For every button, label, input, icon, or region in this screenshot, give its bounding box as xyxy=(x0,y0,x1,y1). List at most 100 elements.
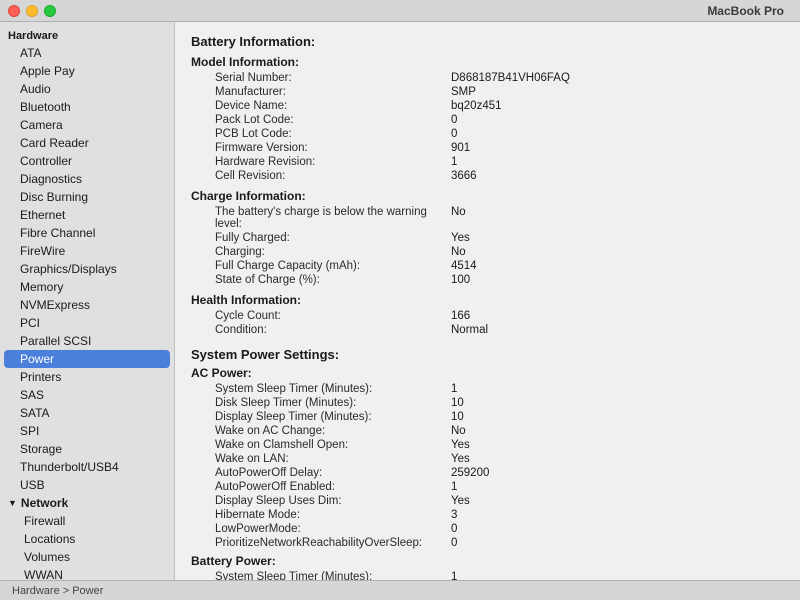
table-row: LowPowerMode: 0 xyxy=(191,522,784,536)
field-label: Hardware Revision: xyxy=(191,155,451,169)
sidebar-item-card-reader[interactable]: Card Reader xyxy=(0,134,174,152)
field-value: Normal xyxy=(451,323,784,337)
sidebar-section-network-label: Network xyxy=(21,496,68,510)
table-row: State of Charge (%): 100 xyxy=(191,273,784,287)
sidebar-item-fibre-channel[interactable]: Fibre Channel xyxy=(0,224,174,242)
field-value: Yes xyxy=(451,452,784,466)
table-row: Fully Charged: Yes xyxy=(191,231,784,245)
sidebar-item-printers[interactable]: Printers xyxy=(0,368,174,386)
sidebar-item-controller[interactable]: Controller xyxy=(0,152,174,170)
table-row: Hibernate Mode: 3 xyxy=(191,508,784,522)
sidebar-item-apple-pay[interactable]: Apple Pay xyxy=(0,62,174,80)
maximize-button[interactable] xyxy=(44,5,56,17)
field-value: 166 xyxy=(451,309,784,323)
table-row: Disk Sleep Timer (Minutes): 10 xyxy=(191,396,784,410)
field-label: Hibernate Mode: xyxy=(191,508,451,522)
field-value: 10 xyxy=(451,396,784,410)
sidebar-item-disc-burning[interactable]: Disc Burning xyxy=(0,188,174,206)
table-row: Cell Revision: 3666 xyxy=(191,169,784,183)
table-row: Condition: Normal xyxy=(191,323,784,337)
sidebar-item-power[interactable]: Power xyxy=(4,350,170,368)
field-value: Yes xyxy=(451,494,784,508)
title-bar: MacBook Pro xyxy=(0,0,800,22)
field-value: 4514 xyxy=(451,259,784,273)
field-label: Firmware Version: xyxy=(191,141,451,155)
sidebar-item-firewire[interactable]: FireWire xyxy=(0,242,174,260)
field-label: System Sleep Timer (Minutes): xyxy=(191,382,451,396)
sidebar-item-volumes[interactable]: Volumes xyxy=(0,548,174,566)
sidebar-item-locations[interactable]: Locations xyxy=(0,530,174,548)
sidebar-item-spi[interactable]: SPI xyxy=(0,422,174,440)
sidebar-item-sas[interactable]: SAS xyxy=(0,386,174,404)
sidebar-item-nvmexpress[interactable]: NVMExpress xyxy=(0,296,174,314)
field-value: 10 xyxy=(451,410,784,424)
battery-power-header: Battery Power: xyxy=(191,554,784,568)
field-value: 1 xyxy=(451,382,784,396)
sidebar-item-memory[interactable]: Memory xyxy=(0,278,174,296)
window-controls xyxy=(8,5,56,17)
field-value: 259200 xyxy=(451,466,784,480)
sidebar-item-storage[interactable]: Storage xyxy=(0,440,174,458)
field-label: Wake on Clamshell Open: xyxy=(191,438,451,452)
sidebar-item-thunderbolt-usb4[interactable]: Thunderbolt/USB4 xyxy=(0,458,174,476)
field-label: AutoPowerOff Enabled: xyxy=(191,480,451,494)
field-value: 3666 xyxy=(451,169,784,183)
sidebar-item-usb[interactable]: USB xyxy=(0,476,174,494)
health-info-table: Cycle Count: 166 Condition: Normal xyxy=(191,309,784,337)
table-row: PCB Lot Code: 0 xyxy=(191,127,784,141)
field-value: 1 xyxy=(451,480,784,494)
breadcrumb: Hardware > Power xyxy=(12,585,103,597)
model-info-table: Serial Number: D868187B41VH06FAQ Manufac… xyxy=(191,71,784,183)
sidebar-item-bluetooth[interactable]: Bluetooth xyxy=(0,98,174,116)
table-row: Pack Lot Code: 0 xyxy=(191,113,784,127)
field-value: 0 xyxy=(451,522,784,536)
sidebar: Hardware ATA Apple Pay Audio Bluetooth C… xyxy=(0,22,175,600)
sidebar-item-ethernet[interactable]: Ethernet xyxy=(0,206,174,224)
field-value: 0 xyxy=(451,127,784,141)
sidebar-item-pci[interactable]: PCI xyxy=(0,314,174,332)
sidebar-item-camera[interactable]: Camera xyxy=(0,116,174,134)
field-value: Yes xyxy=(451,438,784,452)
field-value: No xyxy=(451,424,784,438)
field-label: Pack Lot Code: xyxy=(191,113,451,127)
table-row: Charging: No xyxy=(191,245,784,259)
minimize-button[interactable] xyxy=(26,5,38,17)
table-row: Hardware Revision: 1 xyxy=(191,155,784,169)
content-area: Battery Information: Model Information: … xyxy=(175,22,800,600)
close-button[interactable] xyxy=(8,5,20,17)
ac-power-table: System Sleep Timer (Minutes): 1 Disk Sle… xyxy=(191,382,784,550)
charge-info-header: Charge Information: xyxy=(191,189,784,203)
sidebar-item-firewall[interactable]: Firewall xyxy=(0,512,174,530)
table-row: Manufacturer: SMP xyxy=(191,85,784,99)
field-value: bq20z451 xyxy=(451,99,784,113)
sidebar-item-ata[interactable]: ATA xyxy=(0,44,174,62)
sidebar-item-parallel-scsi[interactable]: Parallel SCSI xyxy=(0,332,174,350)
field-label: Wake on LAN: xyxy=(191,452,451,466)
table-row: Serial Number: D868187B41VH06FAQ xyxy=(191,71,784,85)
field-label: LowPowerMode: xyxy=(191,522,451,536)
model-info-header: Model Information: xyxy=(191,55,784,69)
field-value: 901 xyxy=(451,141,784,155)
sidebar-item-sata[interactable]: SATA xyxy=(0,404,174,422)
table-row: Full Charge Capacity (mAh): 4514 xyxy=(191,259,784,273)
battery-info-title: Battery Information: xyxy=(191,34,784,49)
field-label: The battery's charge is below the warnin… xyxy=(191,205,451,231)
sidebar-item-audio[interactable]: Audio xyxy=(0,80,174,98)
field-value: 0 xyxy=(451,536,784,550)
health-info-header: Health Information: xyxy=(191,293,784,307)
sidebar-section-network-toggle[interactable]: ▼ Network xyxy=(0,494,174,512)
sidebar-item-diagnostics[interactable]: Diagnostics xyxy=(0,170,174,188)
field-label: Disk Sleep Timer (Minutes): xyxy=(191,396,451,410)
table-row: Display Sleep Uses Dim: Yes xyxy=(191,494,784,508)
field-value: 1 xyxy=(451,155,784,169)
field-label: Display Sleep Timer (Minutes): xyxy=(191,410,451,424)
field-label: AutoPowerOff Delay: xyxy=(191,466,451,480)
sidebar-item-graphics-displays[interactable]: Graphics/Displays xyxy=(0,260,174,278)
table-row: Device Name: bq20z451 xyxy=(191,99,784,113)
table-row: System Sleep Timer (Minutes): 1 xyxy=(191,382,784,396)
field-value: 0 xyxy=(451,113,784,127)
field-label: Device Name: xyxy=(191,99,451,113)
table-row: PrioritizeNetworkReachabilityOverSleep: … xyxy=(191,536,784,550)
main-layout: Hardware ATA Apple Pay Audio Bluetooth C… xyxy=(0,22,800,600)
field-label: Fully Charged: xyxy=(191,231,451,245)
